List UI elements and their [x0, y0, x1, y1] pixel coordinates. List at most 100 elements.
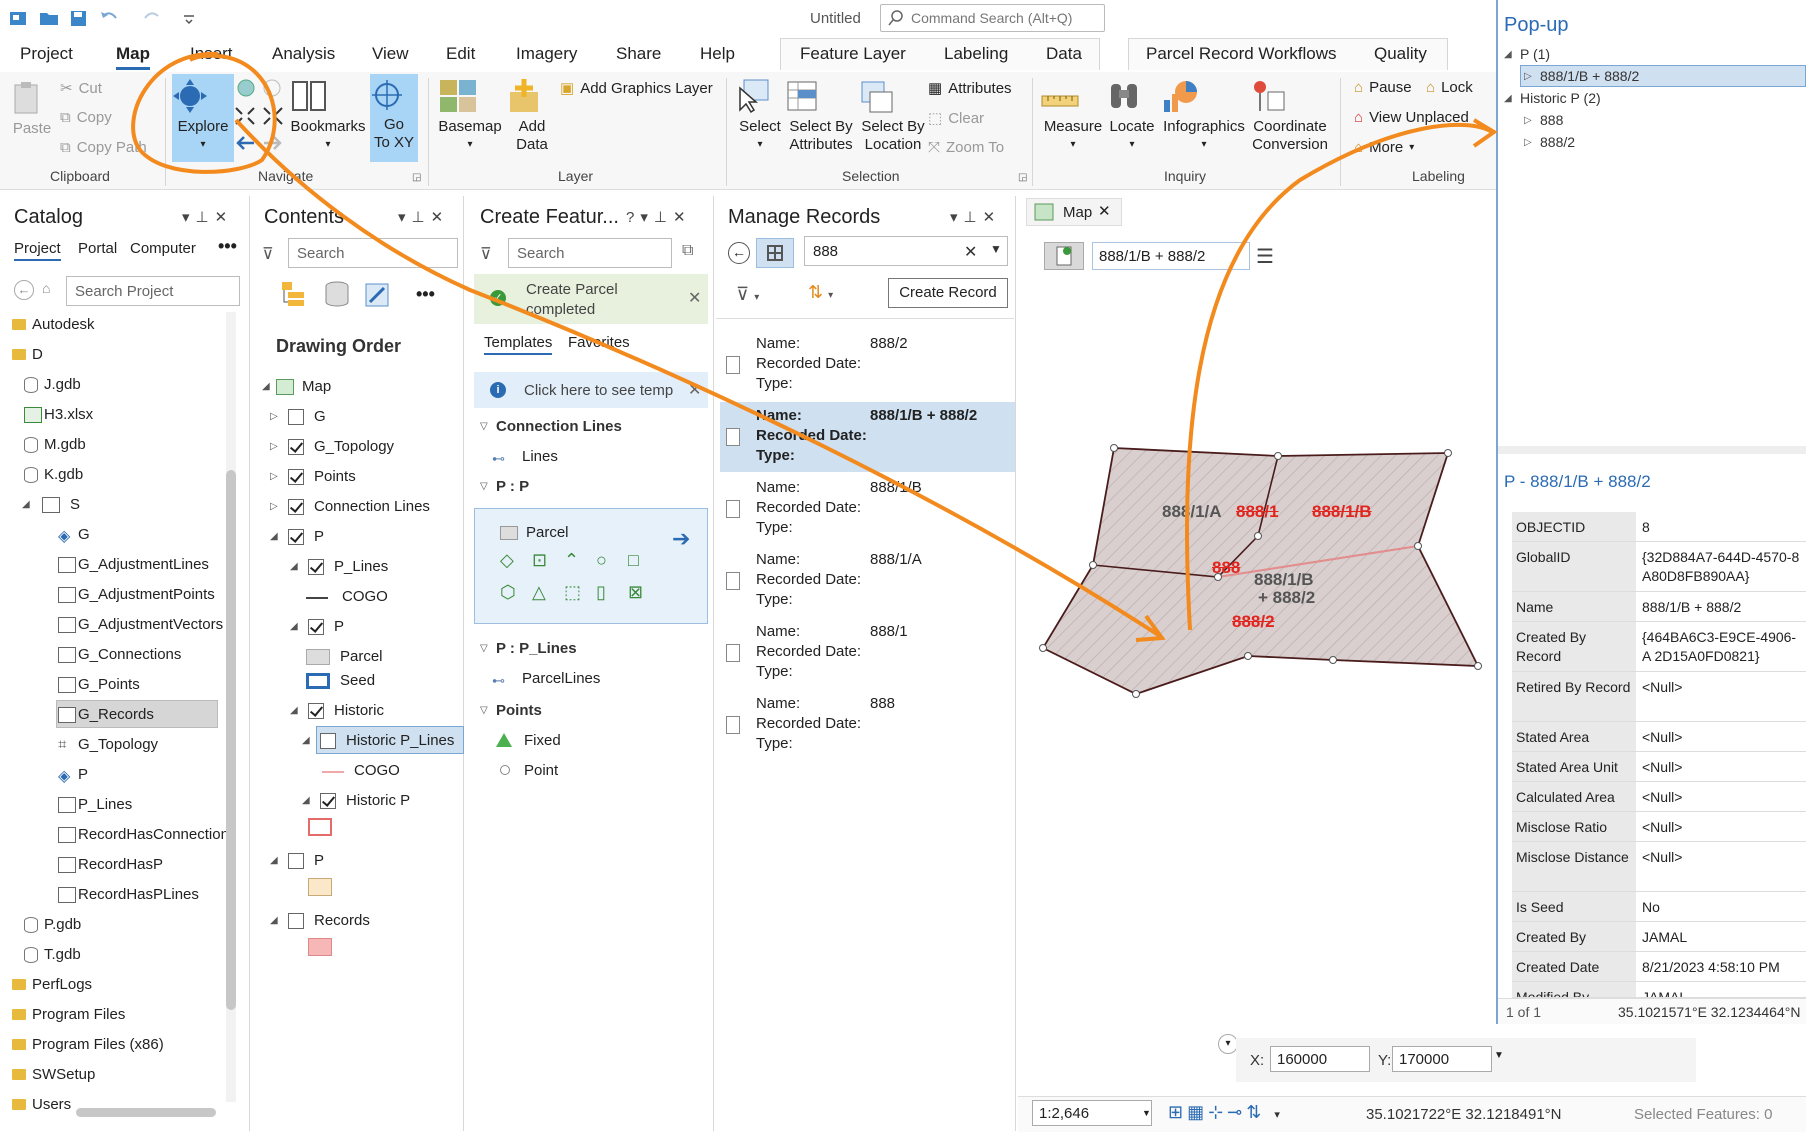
dismiss-notice-icon[interactable]: ✕: [688, 288, 701, 308]
catalog-item[interactable]: RecordHasConnections: [78, 826, 236, 843]
tab-templates[interactable]: Templates: [484, 334, 553, 355]
record-item[interactable]: Name: 888/1/A Recorded Date: Type:: [720, 546, 1015, 616]
expand-triangle-icon[interactable]: ▷: [270, 471, 278, 482]
layer-visibility-checkbox[interactable]: [308, 619, 324, 635]
navigate-launcher-icon[interactable]: ◲: [412, 172, 421, 183]
tree-toggle-icon[interactable]: ◢: [1504, 93, 1512, 104]
full-extent-icon[interactable]: [236, 78, 256, 98]
template-item[interactable]: Fixed: [524, 732, 561, 749]
manage-records-pane-controls[interactable]: ▾⊥✕: [950, 208, 1001, 226]
catalog-item[interactable]: G_AdjustmentPoints: [78, 586, 215, 603]
redo-icon[interactable]: [138, 8, 160, 28]
catalog-tab-project[interactable]: Project: [14, 240, 61, 261]
record-item[interactable]: Name: 888/1/B + 888/2 Recorded Date: Type:: [720, 402, 1015, 472]
layer-name[interactable]: Points: [314, 468, 356, 485]
basemap-button[interactable]: Basemap ▾: [438, 78, 502, 154]
catalog-scroll-thumb[interactable]: [226, 470, 236, 1010]
copy-path-button[interactable]: ⧉ Copy Path: [60, 139, 147, 156]
collapse-chevron-icon[interactable]: ▽: [480, 481, 488, 492]
layer-visibility-checkbox[interactable]: [288, 439, 304, 455]
attributes-button[interactable]: ▦ Attributes: [928, 79, 1012, 98]
clear-selection-button[interactable]: ⬚ Clear: [928, 109, 984, 128]
templates-filter-icon[interactable]: ⊽: [480, 244, 492, 264]
layer-visibility-checkbox[interactable]: [288, 469, 304, 485]
collapse-triangle-icon[interactable]: ◢: [262, 381, 270, 392]
records-back-icon[interactable]: ←: [728, 242, 750, 264]
expand-triangle-icon[interactable]: ▷: [270, 411, 278, 422]
measure-button[interactable]: Measure ▾: [1040, 78, 1106, 154]
template-item[interactable]: Point: [524, 762, 558, 779]
cut-button[interactable]: ✂ Cut: [60, 79, 102, 98]
layer-name[interactable]: Connection Lines: [314, 498, 430, 515]
construction-tool-icon[interactable]: ◇: [500, 550, 514, 571]
create-features-pane-controls[interactable]: ?▾⊥✕: [626, 208, 692, 226]
tab-edit[interactable]: Edit: [446, 44, 475, 64]
tab-parcel-record-workflows[interactable]: Parcel Record Workflows: [1146, 44, 1337, 64]
catalog-item[interactable]: Users: [32, 1096, 71, 1113]
expand-triangle-icon[interactable]: ◢: [22, 499, 30, 510]
tab-view[interactable]: View: [372, 44, 409, 64]
expand-triangle-icon[interactable]: ◢: [290, 621, 298, 632]
selected-features-count[interactable]: Selected Features: 0: [1634, 1106, 1772, 1123]
filter-icon[interactable]: ⊽: [262, 244, 274, 264]
go-to-xy-button[interactable]: Go To XY: [370, 74, 418, 162]
expand-triangle-icon[interactable]: ◢: [302, 795, 310, 806]
expand-triangle-icon[interactable]: ◢: [290, 705, 298, 716]
construction-tool-icon[interactable]: ○: [596, 550, 607, 571]
catalog-item[interactable]: G_Records: [78, 706, 154, 723]
layer-name[interactable]: Records: [314, 912, 370, 929]
layer-name[interactable]: Historic: [334, 702, 384, 719]
catalog-item[interactable]: K.gdb: [44, 466, 83, 483]
layer-name[interactable]: Historic P: [346, 792, 410, 809]
dismiss-info-icon[interactable]: ✕: [688, 380, 701, 400]
infographics-button[interactable]: Infographics ▾: [1160, 78, 1248, 154]
collapse-chevron-icon[interactable]: ▽: [480, 705, 488, 716]
tree-toggle-icon[interactable]: ◢: [1504, 49, 1512, 60]
list-by-drawing-order-icon[interactable]: [280, 278, 310, 310]
records-filter-icon[interactable]: ⊽ ▾: [736, 284, 759, 305]
template-group-header[interactable]: Points: [496, 702, 542, 719]
tab-share[interactable]: Share: [616, 44, 661, 64]
catalog-item[interactable]: T.gdb: [44, 946, 81, 963]
tab-help[interactable]: Help: [700, 44, 735, 64]
record-item[interactable]: Name: 888/1 Recorded Date: Type:: [720, 618, 1015, 688]
record-item[interactable]: Name: 888 Recorded Date: Type:: [720, 690, 1015, 760]
layer-visibility-checkbox[interactable]: [320, 733, 336, 749]
contents-search-input[interactable]: Search: [288, 238, 458, 268]
layer-name[interactable]: G: [314, 408, 326, 425]
records-view-toggle[interactable]: [756, 238, 794, 268]
tab-imagery[interactable]: Imagery: [516, 44, 577, 64]
catalog-item[interactable]: Program Files (x86): [32, 1036, 164, 1053]
catalog-tab-computer[interactable]: Computer: [130, 240, 196, 257]
layer-name[interactable]: P: [314, 852, 324, 869]
catalog-item[interactable]: D: [32, 346, 43, 363]
catalog-item[interactable]: S: [70, 496, 80, 513]
new-project-icon[interactable]: [8, 8, 30, 28]
catalog-item[interactable]: G_Connections: [78, 646, 181, 663]
copy-button[interactable]: ⧉ Copy: [60, 109, 112, 126]
explore-button[interactable]: Explore ▾: [172, 74, 234, 162]
catalog-item[interactable]: G_AdjustmentLines: [78, 556, 209, 573]
selection-launcher-icon[interactable]: ◲: [1018, 172, 1027, 183]
catalog-item[interactable]: RecordHasP: [78, 856, 163, 873]
tab-project[interactable]: Project: [20, 44, 73, 64]
tab-data[interactable]: Data: [1046, 44, 1082, 64]
catalog-item[interactable]: PerfLogs: [32, 976, 92, 993]
coordinate-conversion-button[interactable]: Coordinate Conversion: [1250, 78, 1330, 154]
catalog-item[interactable]: SWSetup: [32, 1066, 95, 1083]
layer-visibility-checkbox[interactable]: [288, 499, 304, 515]
expand-triangle-icon[interactable]: ▷: [270, 501, 278, 512]
catalog-item[interactable]: G_Points: [78, 676, 140, 693]
catalog-item[interactable]: J.gdb: [44, 376, 81, 393]
layer-visibility-checkbox[interactable]: [288, 913, 304, 929]
expand-triangle-icon[interactable]: ▷: [270, 441, 278, 452]
popup-tree-item[interactable]: Historic P (2): [1520, 90, 1601, 106]
template-arrow-icon[interactable]: ➔: [672, 526, 690, 552]
previous-extent-icon[interactable]: [234, 134, 256, 152]
construction-tool-icon[interactable]: ⬚: [564, 582, 581, 603]
construction-tool-icon[interactable]: ⊠: [628, 582, 643, 603]
view-unplaced-button[interactable]: ⌂ View Unplaced: [1354, 109, 1469, 126]
tab-quality[interactable]: Quality: [1374, 44, 1427, 64]
save-icon[interactable]: [68, 8, 90, 28]
catalog-item[interactable]: RecordHasPLines: [78, 886, 199, 903]
